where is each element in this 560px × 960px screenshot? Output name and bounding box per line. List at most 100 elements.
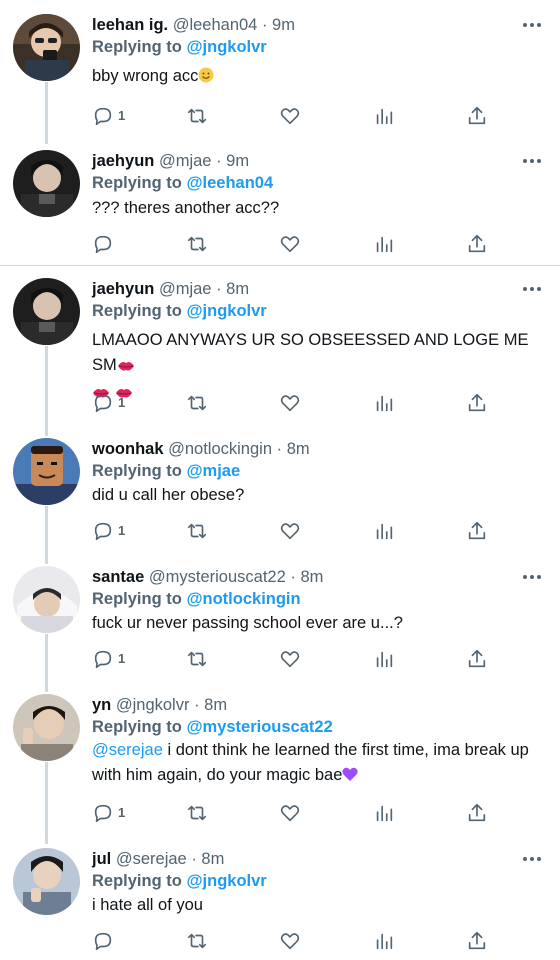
reply-icon [92,648,114,670]
retweet-action[interactable] [186,233,208,255]
replying-to-label: Replying to [92,718,182,736]
avatar[interactable] [13,438,80,505]
like-action[interactable] [279,648,301,670]
timestamp[interactable]: 8m [201,850,224,868]
retweet-action[interactable] [186,648,208,670]
timestamp[interactable]: 8m [300,568,323,586]
like-action[interactable] [279,520,301,542]
avatar[interactable] [13,848,80,915]
tweet[interactable]: leehan ig. @leehan04 · 9m Replying to @j… [0,14,560,126]
like-action[interactable] [279,930,301,952]
like-action[interactable] [279,392,301,414]
retweet-action[interactable] [186,802,208,824]
more-options-icon[interactable] [523,570,541,584]
user-handle[interactable]: @mjae [159,280,212,298]
user-handle[interactable]: @jngkolvr [116,696,190,714]
user-handle[interactable]: @mysteriouscat22 [149,568,286,586]
tweet[interactable]: jul @serejae · 8m Replying to @jngkolvr … [0,848,560,953]
like-icon [279,648,301,670]
timestamp[interactable]: 8m [204,696,227,714]
display-name[interactable]: leehan ig. [92,16,168,34]
tweet[interactable]: jaehyun @mjae · 9m Replying to @leehan04… [0,150,560,255]
more-options-icon[interactable] [523,852,541,866]
avatar[interactable] [13,694,80,761]
replying-to-mention[interactable]: @notlockingin [186,590,300,608]
avatar-leehan-image [13,14,80,81]
display-name[interactable]: yn [92,696,111,714]
tweet-text-content: ??? theres another acc?? [92,199,280,217]
like-action[interactable] [279,105,301,127]
retweet-action[interactable] [186,930,208,952]
avatar[interactable] [13,278,80,345]
display-name[interactable]: woonhak [92,440,164,458]
share-icon [466,520,488,542]
tweet-actions [92,930,492,952]
tweet-text: @serejae i dont think he learned the fir… [92,738,547,790]
reply-action[interactable]: 1 [92,392,125,414]
share-action[interactable] [466,802,488,824]
more-options-icon[interactable] [523,154,541,168]
separator-dot: · [191,850,197,868]
avatar[interactable] [13,566,80,633]
timestamp[interactable]: 8m [287,440,310,458]
retweet-action[interactable] [186,392,208,414]
share-action[interactable] [466,648,488,670]
replying-to-mention[interactable]: @jngkolvr [186,872,266,890]
display-name[interactable]: jaehyun [92,280,154,298]
reply-action[interactable]: 1 [92,648,125,670]
tweet-actions: 1 [92,392,492,414]
timestamp[interactable]: 8m [226,280,249,298]
share-action[interactable] [466,930,488,952]
user-handle[interactable]: @notlockingin [168,440,272,458]
reply-action[interactable]: 1 [92,105,125,127]
display-name[interactable]: jul [92,850,111,868]
views-action[interactable] [373,392,395,414]
share-action[interactable] [466,520,488,542]
replying-to-mention[interactable]: @mjae [186,462,240,480]
avatar-woonhak-image [13,438,80,505]
more-options-icon[interactable] [523,282,541,296]
replying-to-mention[interactable]: @jngkolvr [186,38,266,56]
retweet-action[interactable] [186,105,208,127]
tweet[interactable]: jaehyun @mjae · 8m Replying to @jngkolvr… [0,278,560,418]
timestamp[interactable]: 9m [272,16,295,34]
replying-to-mention[interactable]: @jngkolvr [186,302,266,320]
avatar[interactable] [13,150,80,217]
tweet-mention-link[interactable]: @serejae [92,741,163,759]
timestamp[interactable]: 9m [226,152,249,170]
user-handle[interactable]: @serejae [116,850,187,868]
tweet[interactable]: yn @jngkolvr · 8m Replying to @mysteriou… [0,694,560,829]
reply-action[interactable] [92,930,118,952]
views-action[interactable] [373,648,395,670]
replying-to-mention[interactable]: @leehan04 [186,174,273,192]
views-action[interactable] [373,802,395,824]
retweet-icon [186,392,208,414]
tweet-header: santae @mysteriouscat22 · 8m [92,566,323,588]
like-action[interactable] [279,802,301,824]
retweet-action[interactable] [186,520,208,542]
separator-dot: · [216,152,222,170]
views-action[interactable] [373,233,395,255]
replying-to-label: Replying to [92,302,182,320]
replying-to-label: Replying to [92,590,182,608]
share-action[interactable] [466,105,488,127]
avatar[interactable] [13,14,80,81]
tweet[interactable]: santae @mysteriouscat22 · 8m Replying to… [0,566,560,676]
tweet[interactable]: woonhak @notlockingin · 8m Replying to @… [0,438,560,548]
reply-action[interactable]: 1 [92,802,125,824]
share-action[interactable] [466,392,488,414]
views-icon [373,520,395,542]
display-name[interactable]: jaehyun [92,152,154,170]
user-handle[interactable]: @leehan04 [173,16,258,34]
replying-to-mention[interactable]: @mysteriouscat22 [186,718,332,736]
views-action[interactable] [373,520,395,542]
display-name[interactable]: santae [92,568,144,586]
reply-action[interactable] [92,233,118,255]
reply-action[interactable]: 1 [92,520,125,542]
views-action[interactable] [373,105,395,127]
like-action[interactable] [279,233,301,255]
share-action[interactable] [466,233,488,255]
more-options-icon[interactable] [523,18,541,32]
user-handle[interactable]: @mjae [159,152,212,170]
views-action[interactable] [373,930,395,952]
